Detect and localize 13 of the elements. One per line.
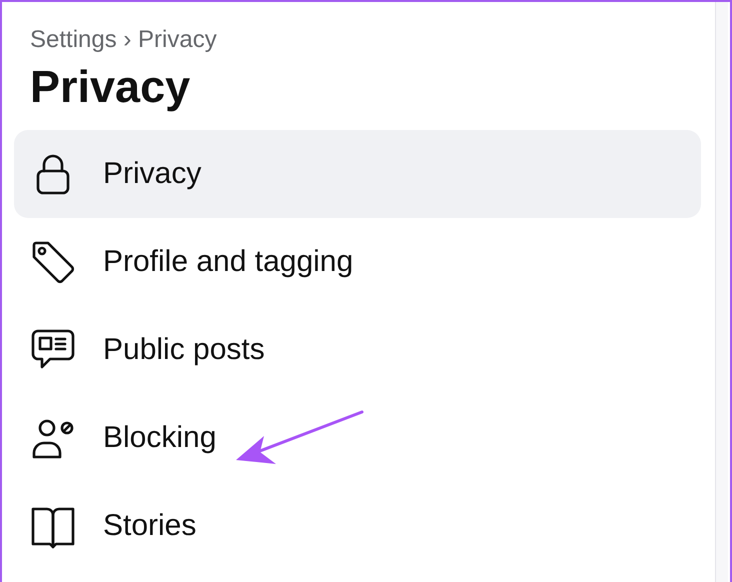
menu-item[interactable]: Public posts — [14, 306, 701, 394]
menu-item[interactable]: Profile and tagging — [14, 218, 701, 306]
menu-item-label: Privacy — [103, 157, 202, 191]
menu-item[interactable]: Blocking — [14, 394, 701, 482]
menu-item-label: Stories — [103, 509, 196, 543]
menu-item[interactable]: Stories — [14, 482, 701, 570]
page-title: Privacy — [30, 60, 190, 114]
menu-item[interactable]: Privacy — [14, 130, 701, 218]
menu-item-label: Public posts — [103, 333, 265, 367]
menu-item-label: Profile and tagging — [103, 245, 354, 279]
breadcrumb: Settings › Privacy — [30, 26, 217, 54]
tag-icon — [30, 239, 76, 285]
menu-item-label: Blocking — [103, 421, 216, 455]
